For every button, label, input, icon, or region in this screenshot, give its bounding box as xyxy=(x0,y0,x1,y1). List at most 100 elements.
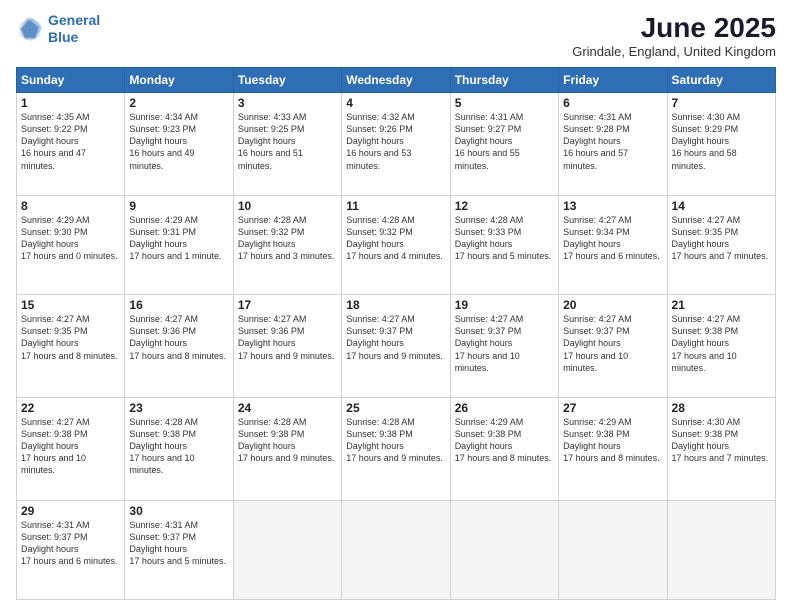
cell-info: Sunrise: 4:27 AM Sunset: 9:35 PM Dayligh… xyxy=(672,214,771,263)
calendar-row: 8 Sunrise: 4:29 AM Sunset: 9:30 PM Dayli… xyxy=(17,195,776,294)
cell-info: Sunrise: 4:28 AM Sunset: 9:38 PM Dayligh… xyxy=(238,416,337,465)
day-number: 30 xyxy=(129,504,228,518)
calendar-cell: 5 Sunrise: 4:31 AM Sunset: 9:27 PM Dayli… xyxy=(450,93,558,196)
col-friday: Friday xyxy=(559,68,667,93)
calendar-cell xyxy=(450,500,558,599)
cell-info: Sunrise: 4:27 AM Sunset: 9:34 PM Dayligh… xyxy=(563,214,662,263)
calendar-cell: 10 Sunrise: 4:28 AM Sunset: 9:32 PM Dayl… xyxy=(233,195,341,294)
calendar-body: 1 Sunrise: 4:35 AM Sunset: 9:22 PM Dayli… xyxy=(17,93,776,600)
day-number: 6 xyxy=(563,96,662,110)
calendar-cell: 16 Sunrise: 4:27 AM Sunset: 9:36 PM Dayl… xyxy=(125,295,233,398)
day-number: 8 xyxy=(21,199,120,213)
calendar-cell xyxy=(667,500,775,599)
col-monday: Monday xyxy=(125,68,233,93)
cell-info: Sunrise: 4:27 AM Sunset: 9:36 PM Dayligh… xyxy=(129,313,228,362)
location: Grindale, England, United Kingdom xyxy=(572,44,776,59)
calendar-cell: 8 Sunrise: 4:29 AM Sunset: 9:30 PM Dayli… xyxy=(17,195,125,294)
month-title: June 2025 xyxy=(572,12,776,44)
day-number: 21 xyxy=(672,298,771,312)
calendar-cell: 29 Sunrise: 4:31 AM Sunset: 9:37 PM Dayl… xyxy=(17,500,125,599)
cell-info: Sunrise: 4:31 AM Sunset: 9:27 PM Dayligh… xyxy=(455,111,554,172)
cell-info: Sunrise: 4:31 AM Sunset: 9:37 PM Dayligh… xyxy=(129,519,228,568)
calendar-cell: 22 Sunrise: 4:27 AM Sunset: 9:38 PM Dayl… xyxy=(17,397,125,500)
day-number: 7 xyxy=(672,96,771,110)
day-number: 22 xyxy=(21,401,120,415)
title-block: June 2025 Grindale, England, United King… xyxy=(572,12,776,59)
calendar-cell: 28 Sunrise: 4:30 AM Sunset: 9:38 PM Dayl… xyxy=(667,397,775,500)
logo-icon xyxy=(16,15,44,43)
day-number: 1 xyxy=(21,96,120,110)
cell-info: Sunrise: 4:27 AM Sunset: 9:37 PM Dayligh… xyxy=(455,313,554,374)
calendar-cell: 25 Sunrise: 4:28 AM Sunset: 9:38 PM Dayl… xyxy=(342,397,450,500)
calendar-cell: 12 Sunrise: 4:28 AM Sunset: 9:33 PM Dayl… xyxy=(450,195,558,294)
cell-info: Sunrise: 4:33 AM Sunset: 9:25 PM Dayligh… xyxy=(238,111,337,172)
calendar-cell: 2 Sunrise: 4:34 AM Sunset: 9:23 PM Dayli… xyxy=(125,93,233,196)
cell-info: Sunrise: 4:31 AM Sunset: 9:37 PM Dayligh… xyxy=(21,519,120,568)
calendar-cell: 30 Sunrise: 4:31 AM Sunset: 9:37 PM Dayl… xyxy=(125,500,233,599)
calendar-cell: 3 Sunrise: 4:33 AM Sunset: 9:25 PM Dayli… xyxy=(233,93,341,196)
calendar-cell xyxy=(233,500,341,599)
cell-info: Sunrise: 4:27 AM Sunset: 9:38 PM Dayligh… xyxy=(672,313,771,374)
cell-info: Sunrise: 4:27 AM Sunset: 9:38 PM Dayligh… xyxy=(21,416,120,477)
day-number: 24 xyxy=(238,401,337,415)
cell-info: Sunrise: 4:30 AM Sunset: 9:38 PM Dayligh… xyxy=(672,416,771,465)
logo-general: General xyxy=(48,12,100,28)
cell-info: Sunrise: 4:34 AM Sunset: 9:23 PM Dayligh… xyxy=(129,111,228,172)
calendar-row: 29 Sunrise: 4:31 AM Sunset: 9:37 PM Dayl… xyxy=(17,500,776,599)
calendar-cell: 14 Sunrise: 4:27 AM Sunset: 9:35 PM Dayl… xyxy=(667,195,775,294)
header: General Blue June 2025 Grindale, England… xyxy=(16,12,776,59)
calendar-cell: 1 Sunrise: 4:35 AM Sunset: 9:22 PM Dayli… xyxy=(17,93,125,196)
calendar-cell: 9 Sunrise: 4:29 AM Sunset: 9:31 PM Dayli… xyxy=(125,195,233,294)
cell-info: Sunrise: 4:28 AM Sunset: 9:32 PM Dayligh… xyxy=(346,214,445,263)
calendar-cell: 7 Sunrise: 4:30 AM Sunset: 9:29 PM Dayli… xyxy=(667,93,775,196)
calendar-cell: 18 Sunrise: 4:27 AM Sunset: 9:37 PM Dayl… xyxy=(342,295,450,398)
header-row: Sunday Monday Tuesday Wednesday Thursday… xyxy=(17,68,776,93)
col-wednesday: Wednesday xyxy=(342,68,450,93)
calendar-row: 22 Sunrise: 4:27 AM Sunset: 9:38 PM Dayl… xyxy=(17,397,776,500)
day-number: 28 xyxy=(672,401,771,415)
calendar-cell: 26 Sunrise: 4:29 AM Sunset: 9:38 PM Dayl… xyxy=(450,397,558,500)
cell-info: Sunrise: 4:27 AM Sunset: 9:36 PM Dayligh… xyxy=(238,313,337,362)
day-number: 4 xyxy=(346,96,445,110)
day-number: 29 xyxy=(21,504,120,518)
logo: General Blue xyxy=(16,12,100,46)
day-number: 19 xyxy=(455,298,554,312)
calendar-cell: 15 Sunrise: 4:27 AM Sunset: 9:35 PM Dayl… xyxy=(17,295,125,398)
cell-info: Sunrise: 4:28 AM Sunset: 9:33 PM Dayligh… xyxy=(455,214,554,263)
day-number: 15 xyxy=(21,298,120,312)
calendar-cell: 11 Sunrise: 4:28 AM Sunset: 9:32 PM Dayl… xyxy=(342,195,450,294)
day-number: 13 xyxy=(563,199,662,213)
cell-info: Sunrise: 4:27 AM Sunset: 9:35 PM Dayligh… xyxy=(21,313,120,362)
logo-text: General Blue xyxy=(48,12,100,46)
cell-info: Sunrise: 4:29 AM Sunset: 9:31 PM Dayligh… xyxy=(129,214,228,263)
calendar-cell: 20 Sunrise: 4:27 AM Sunset: 9:37 PM Dayl… xyxy=(559,295,667,398)
cell-info: Sunrise: 4:28 AM Sunset: 9:32 PM Dayligh… xyxy=(238,214,337,263)
day-number: 20 xyxy=(563,298,662,312)
day-number: 9 xyxy=(129,199,228,213)
cell-info: Sunrise: 4:27 AM Sunset: 9:37 PM Dayligh… xyxy=(346,313,445,362)
cell-info: Sunrise: 4:31 AM Sunset: 9:28 PM Dayligh… xyxy=(563,111,662,172)
calendar-row: 15 Sunrise: 4:27 AM Sunset: 9:35 PM Dayl… xyxy=(17,295,776,398)
calendar-cell: 21 Sunrise: 4:27 AM Sunset: 9:38 PM Dayl… xyxy=(667,295,775,398)
day-number: 10 xyxy=(238,199,337,213)
day-number: 27 xyxy=(563,401,662,415)
col-tuesday: Tuesday xyxy=(233,68,341,93)
day-number: 12 xyxy=(455,199,554,213)
day-number: 17 xyxy=(238,298,337,312)
day-number: 25 xyxy=(346,401,445,415)
cell-info: Sunrise: 4:28 AM Sunset: 9:38 PM Dayligh… xyxy=(129,416,228,477)
cell-info: Sunrise: 4:35 AM Sunset: 9:22 PM Dayligh… xyxy=(21,111,120,172)
calendar-cell: 17 Sunrise: 4:27 AM Sunset: 9:36 PM Dayl… xyxy=(233,295,341,398)
col-saturday: Saturday xyxy=(667,68,775,93)
day-number: 18 xyxy=(346,298,445,312)
day-number: 26 xyxy=(455,401,554,415)
calendar-cell: 23 Sunrise: 4:28 AM Sunset: 9:38 PM Dayl… xyxy=(125,397,233,500)
cell-info: Sunrise: 4:29 AM Sunset: 9:38 PM Dayligh… xyxy=(563,416,662,465)
page: General Blue June 2025 Grindale, England… xyxy=(0,0,792,612)
day-number: 5 xyxy=(455,96,554,110)
calendar-row: 1 Sunrise: 4:35 AM Sunset: 9:22 PM Dayli… xyxy=(17,93,776,196)
col-thursday: Thursday xyxy=(450,68,558,93)
cell-info: Sunrise: 4:28 AM Sunset: 9:38 PM Dayligh… xyxy=(346,416,445,465)
day-number: 16 xyxy=(129,298,228,312)
day-number: 23 xyxy=(129,401,228,415)
